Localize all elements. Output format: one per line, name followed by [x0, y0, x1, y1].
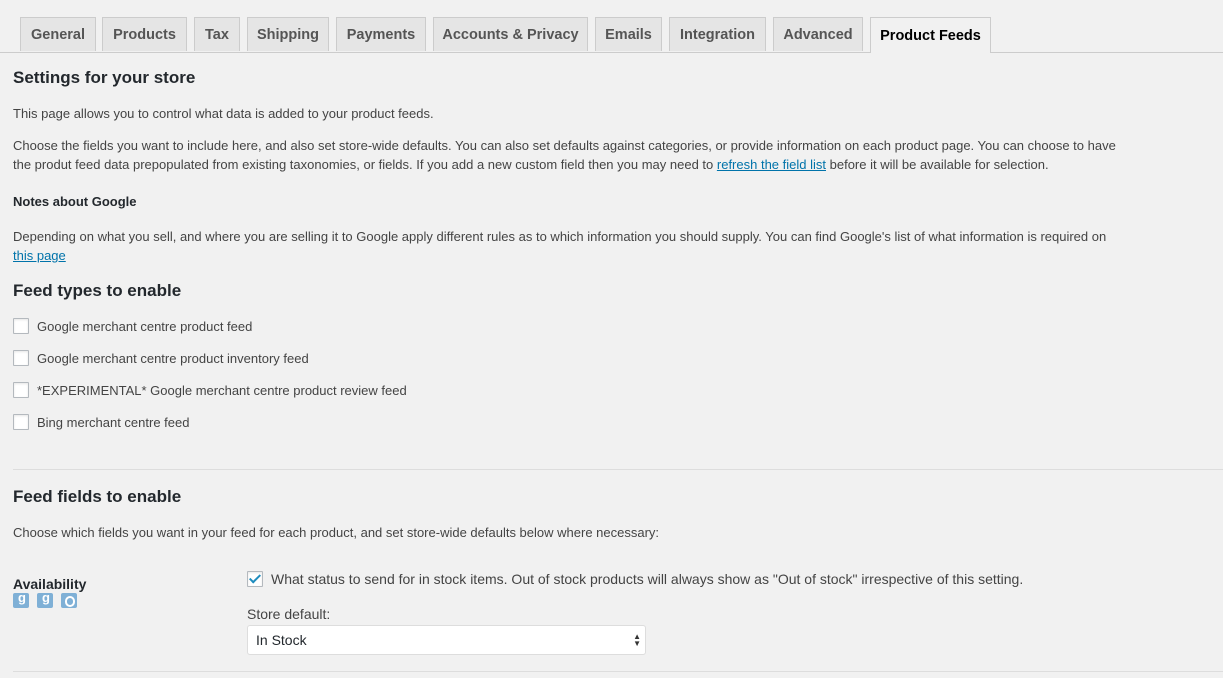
- checkbox-label: Google merchant centre product inventory…: [37, 350, 309, 366]
- bing-icon: [61, 593, 77, 608]
- notes-link-line: this page: [13, 246, 66, 265]
- this-page-link[interactable]: this page: [13, 248, 66, 263]
- feed-fields-title: Feed fields to enable: [13, 487, 182, 506]
- choose-text-line-2: the produt feed data prepopulated from e…: [13, 155, 1049, 174]
- checkbox-label: Google merchant centre product feed: [37, 318, 253, 334]
- feed-type-google-inventory[interactable]: Google merchant centre product inventory…: [13, 349, 309, 367]
- notes-heading: Notes about Google: [13, 194, 137, 209]
- settings-title: Settings for your store: [13, 68, 196, 87]
- availability-checkbox[interactable]: [247, 571, 263, 587]
- tab-payments[interactable]: Payments: [336, 17, 426, 51]
- availability-checkbox-row[interactable]: What status to send for in stock items. …: [247, 570, 1023, 588]
- feed-type-google-product[interactable]: Google merchant centre product feed: [13, 317, 252, 335]
- availability-icons: [13, 590, 77, 608]
- feed-type-google-review[interactable]: *EXPERIMENTAL* Google merchant centre pr…: [13, 381, 407, 399]
- notes-text: Depending on what you sell, and where yo…: [13, 229, 1107, 244]
- settings-tabs: General Products Tax Shipping Payments A…: [0, 0, 1223, 53]
- tab-products[interactable]: Products: [102, 17, 187, 51]
- store-default-select[interactable]: In Stock ▲ ▼: [247, 625, 646, 655]
- choose-text-2a: the produt feed data prepopulated from e…: [13, 157, 714, 172]
- feed-type-bing[interactable]: Bing merchant centre feed: [13, 413, 189, 431]
- choose-text-2b: before it will be available for selectio…: [829, 157, 1049, 172]
- tab-accounts-privacy[interactable]: Accounts & Privacy: [433, 17, 588, 51]
- store-default-label: Store default:: [247, 606, 331, 622]
- tab-advanced[interactable]: Advanced: [773, 17, 863, 51]
- tab-tax[interactable]: Tax: [194, 17, 240, 51]
- checkbox[interactable]: [13, 350, 29, 366]
- checkbox-label: *EXPERIMENTAL* Google merchant centre pr…: [37, 382, 407, 398]
- store-default-value: In Stock: [256, 632, 307, 648]
- choose-text-line-1: Choose the fields you want to include he…: [13, 138, 1116, 153]
- refresh-field-list-link[interactable]: refresh the field list: [717, 157, 826, 172]
- divider: [13, 671, 1223, 672]
- availability-checkbox-label: What status to send for in stock items. …: [271, 571, 1024, 587]
- google-icon: [37, 590, 53, 608]
- checkbox-label: Bing merchant centre feed: [37, 414, 190, 430]
- tab-emails[interactable]: Emails: [595, 17, 662, 51]
- intro-text: This page allows you to control what dat…: [13, 106, 434, 121]
- tab-general[interactable]: General: [20, 17, 96, 51]
- google-icon: [13, 590, 29, 608]
- tab-shipping[interactable]: Shipping: [247, 17, 329, 51]
- divider: [13, 469, 1223, 470]
- tab-product-feeds[interactable]: Product Feeds: [870, 17, 991, 53]
- feed-fields-description: Choose which fields you want in your fee…: [13, 525, 660, 540]
- checkbox[interactable]: [13, 318, 29, 334]
- select-arrows-icon: ▲ ▼: [633, 632, 641, 648]
- tab-integration[interactable]: Integration: [669, 17, 766, 51]
- feed-types-title: Feed types to enable: [13, 281, 182, 300]
- checkbox[interactable]: [13, 382, 29, 398]
- checkbox[interactable]: [13, 414, 29, 430]
